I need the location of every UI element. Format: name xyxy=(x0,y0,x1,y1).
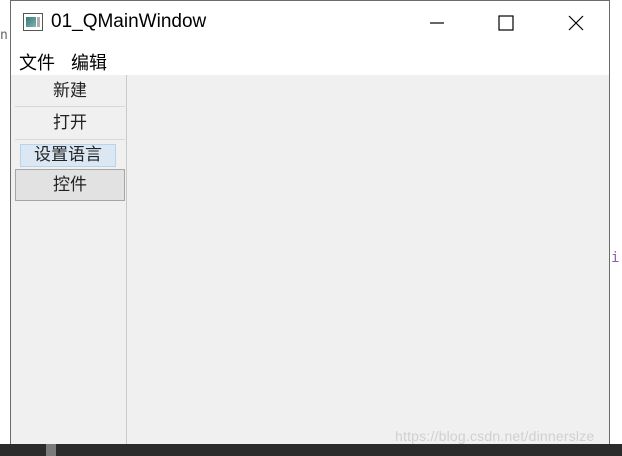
close-button[interactable] xyxy=(553,1,599,45)
desktop-right-text: i xyxy=(611,250,620,266)
main-window: 01_QMainWindow 文件 编辑 新建 打开 设置语言 控件 xyxy=(10,0,610,444)
set-language-button[interactable]: 设置语言 xyxy=(20,144,116,167)
separator xyxy=(15,139,125,140)
watermark-text: https://blog.csdn.net/dinnerslze xyxy=(395,428,595,444)
desktop-left-strip xyxy=(0,0,10,456)
app-icon xyxy=(23,13,43,31)
minimize-button[interactable] xyxy=(414,1,460,45)
open-button[interactable]: 打开 xyxy=(15,110,125,136)
controls-button[interactable]: 控件 xyxy=(15,169,125,201)
sidebar-toolbar: 新建 打开 设置语言 控件 xyxy=(11,75,127,444)
separator xyxy=(15,106,125,107)
maximize-icon xyxy=(498,15,514,31)
minimize-icon xyxy=(430,22,444,24)
menu-edit[interactable]: 编辑 xyxy=(71,49,107,75)
menu-bar: 文件 编辑 xyxy=(11,45,609,75)
close-icon xyxy=(568,15,584,31)
desktop-right-strip xyxy=(611,0,622,456)
central-widget xyxy=(127,75,609,444)
desktop-bottom-strip xyxy=(0,444,622,456)
maximize-button[interactable] xyxy=(483,1,529,45)
title-bar[interactable]: 01_QMainWindow xyxy=(11,1,609,45)
desktop-left-text: n xyxy=(0,28,8,43)
window-title: 01_QMainWindow xyxy=(51,11,207,32)
new-button[interactable]: 新建 xyxy=(15,78,125,104)
desktop-bottom-block xyxy=(46,444,56,456)
menu-file[interactable]: 文件 xyxy=(19,49,55,75)
